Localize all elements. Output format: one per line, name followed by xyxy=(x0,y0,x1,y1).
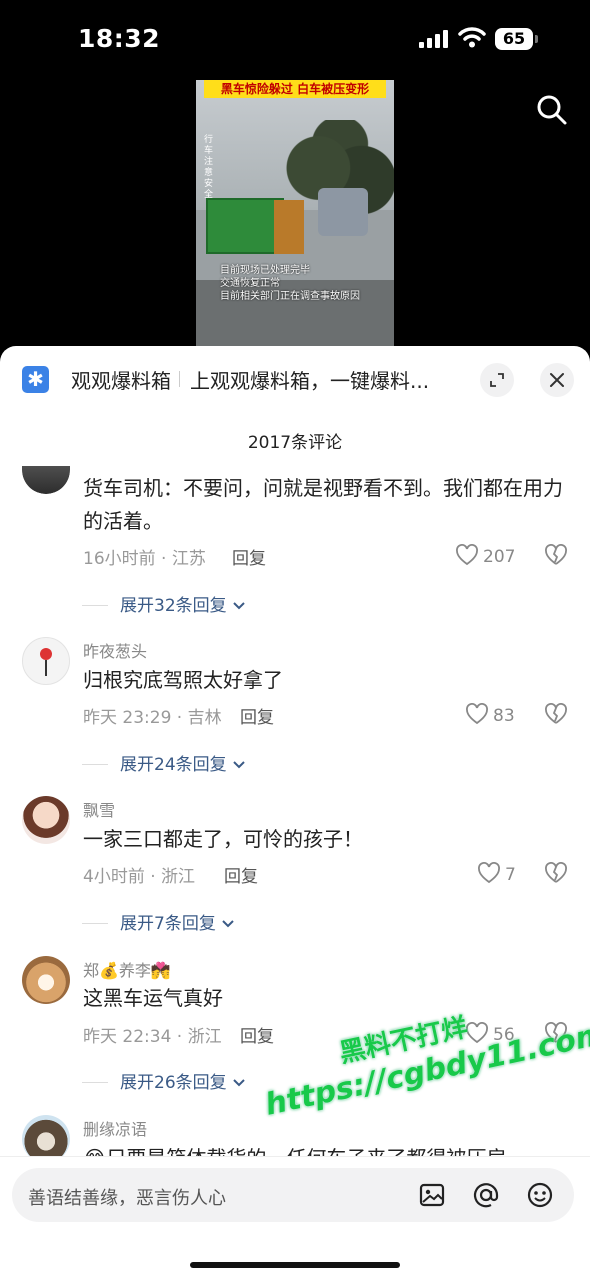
video-banner: 黑车惊险躲过 白车被压变形 xyxy=(204,80,386,98)
reply-button[interactable]: 回复 xyxy=(240,703,274,728)
avatar[interactable] xyxy=(22,796,70,844)
at-icon[interactable] xyxy=(472,1181,500,1209)
chevron-down-icon xyxy=(222,920,234,928)
like-button[interactable]: 7 xyxy=(477,862,516,885)
comment-meta: 16小时前 · 江苏 xyxy=(83,549,206,569)
username[interactable]: 郑💰养李💏 xyxy=(83,957,171,981)
image-icon[interactable] xyxy=(418,1181,446,1209)
video-truck xyxy=(206,198,284,254)
expand-icon xyxy=(490,373,504,387)
comment-input-bar[interactable]: 善语结善缘，恶言伤人心 xyxy=(12,1168,574,1222)
expand-replies-button[interactable]: 展开24条回复 xyxy=(82,750,246,775)
battery-cap xyxy=(535,35,538,43)
comment-text: 这黑车运气真好 xyxy=(83,986,223,1010)
broken-heart-icon[interactable] xyxy=(544,862,568,884)
status-bar: 18:32 65 xyxy=(0,0,590,80)
comments-sheet: ✱ 观观爆料箱 上观观爆料箱，一键爆料... 2017条评论 货车司机：不要问，… xyxy=(0,346,590,1280)
emoji-icon[interactable] xyxy=(526,1181,554,1209)
like-button[interactable]: 83 xyxy=(465,703,515,726)
comment-meta: 4小时前 · 浙江 xyxy=(83,867,196,887)
reply-button[interactable]: 回复 xyxy=(240,1022,274,1047)
video-side-text: 行车注意安全 xyxy=(204,135,214,200)
close-button[interactable] xyxy=(540,363,574,397)
app-name[interactable]: 观观爆料箱 xyxy=(71,365,171,394)
reply-button[interactable]: 回复 xyxy=(232,544,266,569)
avatar[interactable] xyxy=(22,956,70,1004)
comment-text: 归根究底驾照太好拿了 xyxy=(83,668,283,692)
video-caption: 目前相关部门正在调查事故原因 xyxy=(220,291,360,302)
app-subtitle[interactable]: 上观观爆料箱，一键爆料... xyxy=(190,365,429,394)
expand-replies-label: 展开7条回复 xyxy=(120,914,216,934)
status-time: 18:32 xyxy=(78,24,161,53)
heart-icon xyxy=(456,544,478,566)
expand-button[interactable] xyxy=(480,363,514,397)
expand-replies-button[interactable]: 展开32条回复 xyxy=(82,591,246,616)
signal-icon xyxy=(419,30,451,48)
username[interactable]: 昨夜葱头 xyxy=(83,638,147,662)
video-caption: 交通恢复正常 xyxy=(220,278,280,289)
chevron-down-icon xyxy=(233,602,245,610)
expand-replies-label: 展开24条回复 xyxy=(120,755,227,775)
like-count: 207 xyxy=(483,547,516,567)
expand-replies-button[interactable]: 展开26条回复 xyxy=(82,1068,246,1093)
wifi-icon xyxy=(458,27,486,48)
like-count: 7 xyxy=(505,865,516,885)
search-icon[interactable] xyxy=(536,94,568,126)
username[interactable]: 飘雪 xyxy=(83,797,115,821)
app-logo-icon[interactable]: ✱ xyxy=(22,366,49,393)
comment-count: 2017条评论 xyxy=(247,433,343,453)
comment-meta: 昨天 23:29 · 吉林 xyxy=(83,708,222,728)
reply-button[interactable]: 回复 xyxy=(224,862,258,887)
video-caption: 目前现场已处理完毕 xyxy=(220,265,310,276)
like-button[interactable]: 207 xyxy=(455,544,515,567)
video-wreck xyxy=(318,188,368,236)
comment-meta: 昨天 22:34 · 浙江 xyxy=(83,1027,222,1047)
video-truck-cab xyxy=(274,200,304,254)
avatar[interactable] xyxy=(22,637,70,685)
comment-input-placeholder[interactable]: 善语结善缘，恶言伤人心 xyxy=(28,1184,226,1210)
heart-icon xyxy=(478,862,500,884)
header-divider xyxy=(179,371,180,387)
close-icon xyxy=(550,373,564,387)
sheet-header: ✱ 观观爆料箱 上观观爆料箱，一键爆料... xyxy=(0,346,590,412)
chevron-down-icon xyxy=(233,761,245,769)
comment-text: 货车司机：不要问，问就是视野看不到。我们都在用力的活着。 xyxy=(83,476,563,533)
expand-replies-label: 展开32条回复 xyxy=(120,596,227,616)
broken-heart-icon[interactable] xyxy=(544,703,568,725)
home-indicator[interactable] xyxy=(190,1262,400,1268)
video-player[interactable]: 黑车惊险躲过 白车被压变形 行车注意安全 目前现场已处理完毕 交通恢复正常 目前… xyxy=(196,80,394,348)
expand-replies-label: 展开26条回复 xyxy=(120,1073,227,1093)
like-count: 83 xyxy=(493,706,515,726)
heart-icon xyxy=(466,703,488,725)
username[interactable]: 删缘凉语 xyxy=(83,1116,147,1140)
comment-text: 一家三口都走了，可怜的孩子！ xyxy=(83,827,363,851)
broken-heart-icon[interactable] xyxy=(544,544,568,566)
expand-replies-button[interactable]: 展开7条回复 xyxy=(82,909,235,934)
chevron-down-icon xyxy=(233,1079,245,1087)
video-captions: 目前现场已处理完毕 交通恢复正常 目前相关部门正在调查事故原因 xyxy=(220,264,360,303)
battery-indicator: 65 xyxy=(495,28,533,50)
